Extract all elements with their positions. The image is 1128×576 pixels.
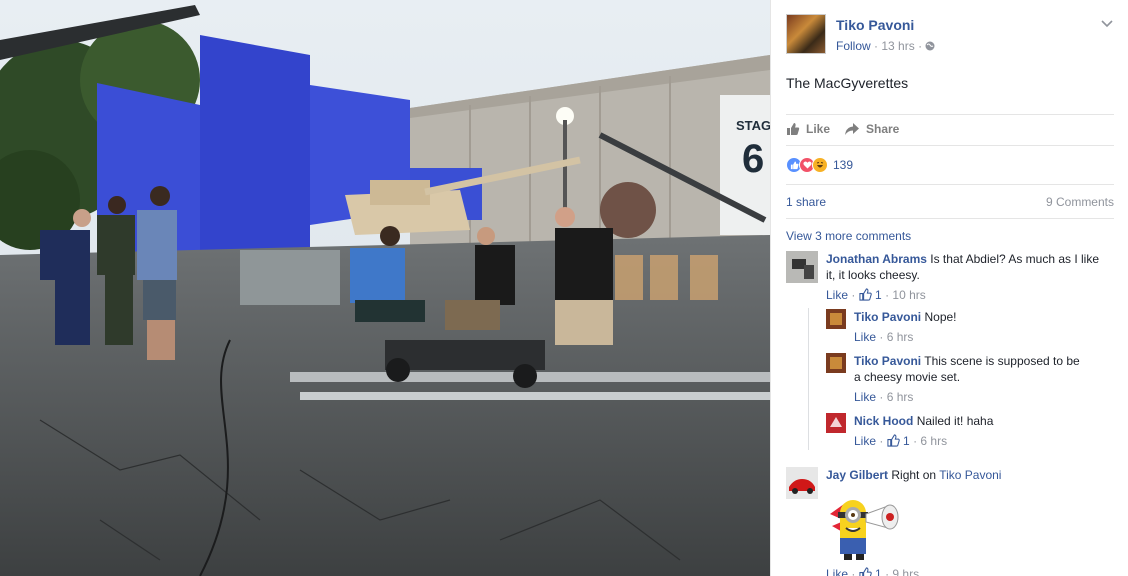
comment-like-button[interactable]: Like <box>826 567 848 576</box>
divider <box>786 218 1114 219</box>
reply-actions: Like · 6 hrs <box>854 390 914 404</box>
comment-like-button[interactable]: Like <box>826 288 848 302</box>
commenter-avatar[interactable] <box>786 467 818 499</box>
author-name[interactable]: Tiko Pavoni <box>836 17 914 33</box>
reaction-count[interactable]: 139 <box>833 158 853 172</box>
haha-reaction-icon <box>812 157 828 173</box>
comment-time[interactable]: 10 hrs <box>892 288 925 302</box>
comment-time[interactable]: 9 hrs <box>892 567 919 576</box>
divider <box>786 145 1114 146</box>
reply-text: This scene is supposed to be <box>924 354 1080 368</box>
post-time[interactable]: 13 hrs <box>881 39 914 53</box>
reply-time[interactable]: 6 hrs <box>887 330 914 344</box>
reply-time[interactable]: 6 hrs <box>920 434 947 448</box>
reply-author[interactable]: Tiko Pavoni <box>854 354 921 368</box>
post-header: Tiko Pavoni Follow · 13 hrs · <box>786 14 1114 56</box>
comment: Jonathan Abrams Is that Abdiel? As much … <box>826 251 1111 303</box>
reply-like-count[interactable]: 1 <box>903 434 910 448</box>
replier-avatar[interactable] <box>826 413 846 433</box>
reply-like-button[interactable]: Like <box>854 330 876 344</box>
reply-like-button[interactable]: Like <box>854 390 876 404</box>
thumbs-up-icon <box>887 434 900 447</box>
commenter-avatar[interactable] <box>786 251 818 283</box>
reaction-summary[interactable]: 139 <box>786 155 853 175</box>
comment-author[interactable]: Jay Gilbert <box>826 468 888 482</box>
follow-link[interactable]: Follow <box>836 39 871 53</box>
reply-author[interactable]: Nick Hood <box>854 414 913 428</box>
comment-like-count[interactable]: 1 <box>875 288 882 302</box>
post-photo[interactable]: STAG 6 <box>0 0 770 576</box>
comment-actions-partial: Like · 1 · 9 hrs <box>826 566 1111 576</box>
reply-text: Nailed it! haha <box>916 414 994 428</box>
share-arrow-icon <box>845 123 859 135</box>
reply-actions: Like · 6 hrs <box>854 330 914 344</box>
reply-actions: Like · 1 · 6 hrs <box>854 434 948 448</box>
stage-sign-text: STAG <box>736 118 770 133</box>
globe-icon <box>925 41 935 51</box>
reply-text: Nope! <box>924 310 957 324</box>
post-caption: The MacGyverettes <box>786 75 909 91</box>
meta-separator-2: · <box>918 39 926 53</box>
reply-comment: Nick Hood Nailed it! haha Like · 1 · 6 h… <box>854 413 1109 449</box>
comment-text-cont: it, it looks cheesy. <box>826 268 920 282</box>
divider <box>786 184 1114 185</box>
minion-sticker <box>830 500 899 560</box>
thumbs-up-icon <box>859 567 872 576</box>
reply-comment: Tiko Pavoni Nope! Like · 6 hrs <box>854 309 1109 345</box>
mention-tag[interactable]: Tiko Pavoni <box>939 468 1001 482</box>
post-meta: Follow · 13 hrs · <box>836 39 935 53</box>
comment-actions: Like · 1 · 9 hrs <box>826 566 1111 576</box>
thumbs-up-icon <box>859 288 872 301</box>
reply-time[interactable]: 6 hrs <box>887 390 914 404</box>
comment-like-count[interactable]: 1 <box>875 567 882 576</box>
comment-author[interactable]: Jonathan Abrams <box>826 252 927 266</box>
stage-sign-number: 6 <box>742 137 764 181</box>
panel-border <box>770 0 771 576</box>
replier-avatar[interactable] <box>826 309 846 329</box>
reply-comment: Tiko Pavoni This scene is supposed to be… <box>854 353 1109 405</box>
comment: Jay Gilbert Right on Tiko Pavoni <box>826 467 1111 483</box>
divider <box>786 114 1114 115</box>
thumbs-up-icon <box>787 123 800 135</box>
reply-author[interactable]: Tiko Pavoni <box>854 310 921 324</box>
comment-text: Is that Abdiel? As much as I like <box>930 252 1100 266</box>
post-actions: Like Share <box>786 120 1086 140</box>
comment-count[interactable]: 9 Comments <box>1046 195 1114 209</box>
author-avatar[interactable] <box>786 14 826 54</box>
share-count[interactable]: 1 share <box>786 195 826 209</box>
reply-text-cont: a cheesy movie set. <box>854 370 961 384</box>
share-button[interactable]: Share <box>844 122 899 136</box>
reply-like-button[interactable]: Like <box>854 434 876 448</box>
comment-actions: Like · 1 · 10 hrs <box>826 288 926 302</box>
like-button[interactable]: Like <box>786 122 830 136</box>
chevron-down-icon[interactable] <box>1100 16 1114 30</box>
reply-thread-line <box>808 308 809 450</box>
replier-avatar[interactable] <box>826 353 846 373</box>
comment-text: Right on <box>891 468 937 482</box>
share-label: Share <box>866 122 900 136</box>
view-more-comments-link[interactable]: View 3 more comments <box>786 229 911 243</box>
movie-set-photo: STAG 6 <box>0 0 770 576</box>
like-label: Like <box>806 122 831 136</box>
